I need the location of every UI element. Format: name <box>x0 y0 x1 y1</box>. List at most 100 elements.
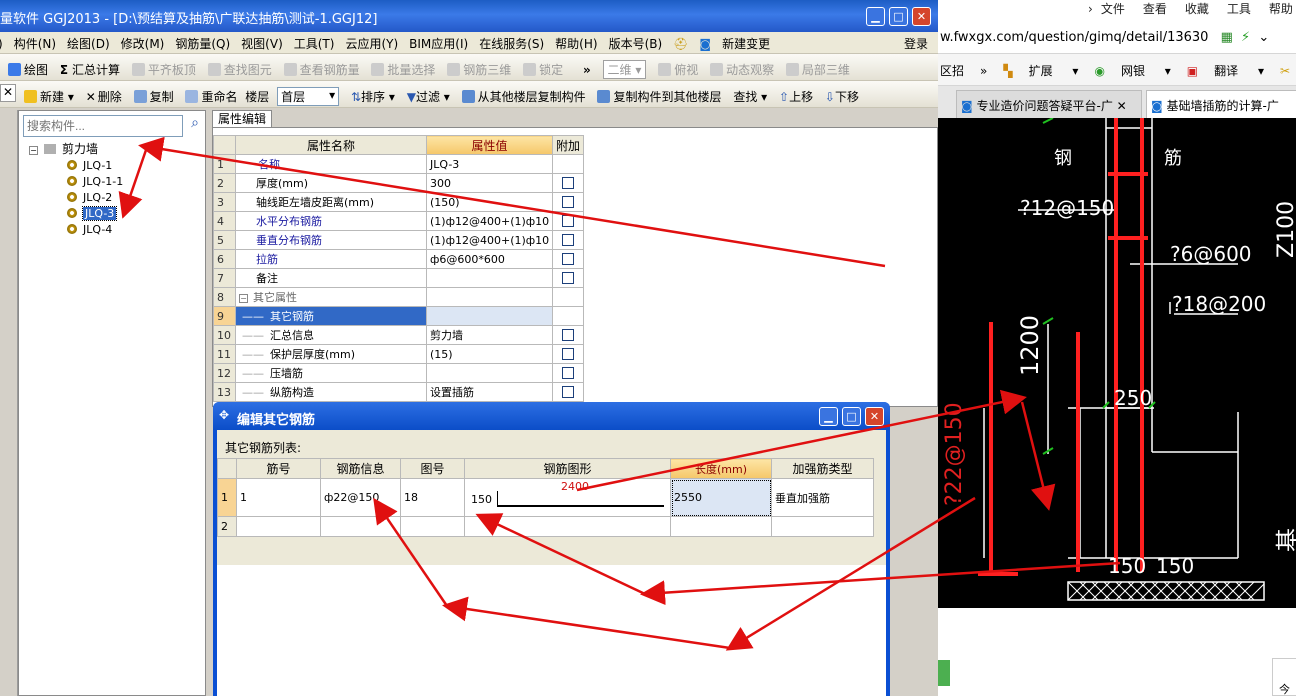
rebar-shape-cell[interactable]: 150 2400 <box>464 478 671 517</box>
figure-no-cell[interactable]: 18 <box>400 478 465 517</box>
top-view-button[interactable]: 俯视 <box>658 61 698 78</box>
menu-item-help[interactable]: 帮助(H) <box>555 35 597 52</box>
lightning-icon[interactable]: ⚡ <box>1241 30 1250 45</box>
sort-button[interactable]: ⇅排序 ▾ <box>351 88 395 105</box>
helmet-icon[interactable]: ⛑ <box>673 37 688 51</box>
extra-checkbox[interactable] <box>562 328 574 341</box>
extra-checkbox[interactable] <box>562 214 574 227</box>
property-row-selected[interactable]: 9 —— 其它钢筋 <box>213 306 584 326</box>
rebar-3d-button[interactable]: 钢筋三维 <box>447 61 511 78</box>
tree-item-jlq2[interactable]: JLQ-2 <box>67 190 112 206</box>
copy-to-floor-button[interactable]: 复制构件到其他楼层 <box>597 88 721 105</box>
view-mode-select[interactable]: 二维 ▾ <box>602 60 647 79</box>
search-icon[interactable]: ⌕ <box>185 115 205 137</box>
tree-item-jlq1-1[interactable]: JLQ-1-1 <box>67 174 123 190</box>
panel-close-icon[interactable]: ✕ <box>0 84 16 102</box>
figure-no-cell[interactable] <box>400 516 465 537</box>
browser-menu-view[interactable]: 查看 <box>1143 2 1167 16</box>
browser-menu-tools[interactable]: 工具 <box>1227 2 1251 16</box>
search-input[interactable] <box>23 115 183 137</box>
length-cell[interactable]: 2550 <box>670 478 772 517</box>
property-value[interactable]: (150) <box>426 192 553 212</box>
menu-item-view[interactable]: 视图(V) <box>241 35 283 52</box>
collapse-icon[interactable]: − <box>29 146 38 155</box>
menu-item-rebar[interactable]: 钢筋量(Q) <box>175 35 230 52</box>
corner-widget[interactable]: 今 <box>1272 658 1296 696</box>
view-rebar-button[interactable]: 查看钢筋量 <box>283 61 360 78</box>
menu-item-bim[interactable]: BIM应用(I) <box>409 35 468 52</box>
find-button[interactable]: 查找 ▾ <box>733 88 767 105</box>
draw-button[interactable]: 绘图 <box>8 61 48 78</box>
rebar-info-cell[interactable]: ф22@150 <box>320 478 401 517</box>
address-bar[interactable]: w.fwxgx.com/question/gimq/detail/13630 ▦… <box>938 22 1296 54</box>
browser-tab-answer-platform[interactable]: ◙ 专业造价问题答疑平台-广 ✕ <box>956 90 1142 118</box>
tab-close-icon[interactable]: ✕ <box>1117 99 1127 113</box>
qr-icon[interactable]: ▦ <box>1221 30 1233 45</box>
rebar-info-cell[interactable] <box>320 516 401 537</box>
tree-item-jlq1[interactable]: JLQ-1 <box>67 158 112 174</box>
bar-no-cell[interactable] <box>236 516 321 537</box>
rename-button[interactable]: 重命名 <box>185 88 237 105</box>
property-value[interactable] <box>426 363 553 383</box>
fav-ebank[interactable]: ◉ 网银 ▾ <box>1094 64 1170 78</box>
extra-checkbox[interactable] <box>562 252 574 265</box>
property-row[interactable]: 2 厚度(mm) 300 <box>213 173 584 193</box>
property-value[interactable]: (15) <box>426 344 553 364</box>
dialog-minimize-button[interactable]: ▁ <box>819 407 838 426</box>
fav-overflow[interactable]: » <box>980 64 987 78</box>
menu-item-modify[interactable]: 修改(M) <box>121 35 165 52</box>
new-change-menu[interactable]: ◙ 新建变更 <box>699 35 781 52</box>
extra-checkbox[interactable] <box>562 233 574 246</box>
toolbar-overflow-button[interactable]: » <box>583 63 591 77</box>
login-link[interactable]: 登录 <box>904 35 928 52</box>
menu-item-cloud[interactable]: 云应用(Y) <box>345 35 398 52</box>
lock-button[interactable]: 锁定 <box>523 61 563 78</box>
tab-property-edit[interactable]: 属性编辑 <box>212 110 272 128</box>
rebar-shape-cell[interactable] <box>464 516 671 537</box>
property-row[interactable]: 12 —— 压墙筋 <box>213 363 584 383</box>
extra-checkbox[interactable] <box>562 347 574 360</box>
menu-item-component[interactable]: 构件(N) <box>14 35 56 52</box>
length-cell[interactable] <box>670 516 772 537</box>
property-row[interactable]: 7 备注 <box>213 268 584 288</box>
property-value[interactable] <box>426 306 553 326</box>
local-3d-button[interactable]: 局部三维 <box>785 61 850 78</box>
property-group-row[interactable]: 8− 其它属性 <box>213 287 584 307</box>
address-url[interactable]: w.fwxgx.com/question/gimq/detail/13630 <box>940 30 1208 45</box>
minimize-button[interactable]: ▁ <box>866 7 885 26</box>
property-row[interactable]: 1 名称 JLQ-3 <box>213 154 584 174</box>
browser-menu-file[interactable]: 文件 <box>1101 2 1125 16</box>
green-side-button[interactable] <box>938 660 950 686</box>
browser-menu-help[interactable]: 帮助 <box>1269 2 1293 16</box>
fav-translate[interactable]: ▣ 翻译 ▾ <box>1187 64 1264 78</box>
address-dropdown-icon[interactable]: ⌄ <box>1258 30 1269 45</box>
property-value[interactable]: JLQ-3 <box>426 154 553 174</box>
tree-root[interactable]: − 剪力墙 <box>29 141 98 157</box>
reinforce-type-cell[interactable] <box>771 516 874 537</box>
tree-item-jlq3[interactable]: JLQ-3 <box>67 206 118 222</box>
property-row[interactable]: 3 轴线距左墙皮距离(mm) (150) <box>213 192 584 212</box>
collapse-icon[interactable]: − <box>239 294 248 303</box>
batch-select-button[interactable]: 批量选择 <box>371 61 435 78</box>
tree-item-jlq4[interactable]: JLQ-4 <box>67 222 112 238</box>
rebar-row[interactable]: 1 1 ф22@150 18 150 2400 2550 垂直加强筋 <box>217 478 874 517</box>
copy-from-floor-button[interactable]: 从其他楼层复制构件 <box>461 88 586 105</box>
extra-checkbox[interactable] <box>562 271 574 284</box>
copy-button[interactable]: 复制 <box>133 88 174 105</box>
property-row[interactable]: 6 拉筋 ф6@600*600 <box>213 249 584 269</box>
property-value[interactable]: (1)ф12@400+(1)ф10 <box>426 211 553 231</box>
dialog-maximize-button[interactable]: □ <box>842 407 861 426</box>
maximize-button[interactable]: □ <box>889 7 908 26</box>
property-value[interactable]: 300 <box>426 173 553 193</box>
dialog-titlebar[interactable]: ✥ 编辑其它钢筋 ▁ □ ✕ <box>213 402 890 430</box>
extra-checkbox[interactable] <box>562 195 574 208</box>
floor-select[interactable]: 首层 ▾ <box>277 87 340 106</box>
browser-tab-foundation-wall[interactable]: ◙ 基础墙插筋的计算-广 <box>1146 90 1296 118</box>
property-value[interactable]: ф6@600*600 <box>426 249 553 269</box>
fav-item[interactable]: 区招 <box>940 64 964 78</box>
property-value[interactable]: (1)ф12@400+(1)ф10 <box>426 230 553 250</box>
move-up-button[interactable]: ⇧上移 <box>779 88 813 105</box>
dialog-close-button[interactable]: ✕ <box>865 407 884 426</box>
property-row[interactable]: 5 垂直分布钢筋 (1)ф12@400+(1)ф10 <box>213 230 584 250</box>
close-button[interactable]: ✕ <box>912 7 931 26</box>
